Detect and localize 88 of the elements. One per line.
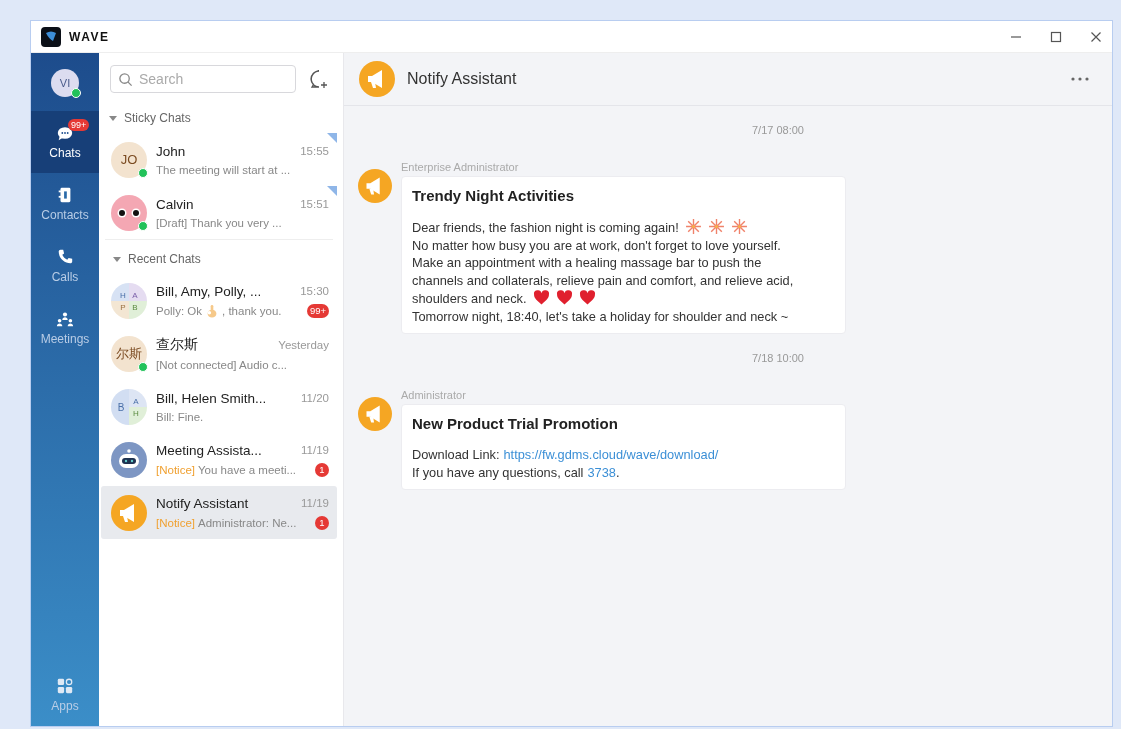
- chat-time: Yesterday: [278, 339, 329, 351]
- robot-avatar: [111, 441, 147, 478]
- chat-item[interactable]: JO John 15:55 The meeting will start at ...: [101, 133, 337, 186]
- message-text: If you have any questions, call: [412, 464, 584, 480]
- unread-badge: 1: [315, 462, 329, 477]
- unread-badge: 99+: [68, 119, 90, 131]
- chat-item[interactable]: Calvin 15:51 [Draft] Thank you very ...: [101, 186, 337, 239]
- megaphone-avatar: [358, 169, 392, 203]
- chat-item[interactable]: Meeting Assista... 11/19 [Notice] You have a meeti... 1: [101, 433, 337, 486]
- megaphone-avatar: [358, 397, 392, 431]
- apps-grid-icon: [56, 677, 74, 695]
- close-icon[interactable]: [1090, 30, 1102, 43]
- chat-name: Calvin: [156, 196, 194, 212]
- chat-item[interactable]: H A P B Bill, Amy, Polly, ... 15:30 Polly: Ok , thank you. 99+: [101, 274, 337, 327]
- message-text: Make an appointment with a healing massage bar to push the: [412, 255, 762, 270]
- sender-name: Administrator: [401, 389, 466, 401]
- chat-time: 11/20: [301, 392, 329, 404]
- notice-tag: [Notice]: [156, 516, 195, 529]
- message-link[interactable]: 3738: [587, 464, 616, 480]
- chat-time: 15:51: [300, 198, 329, 210]
- chat-name: Notify Assistant: [156, 495, 249, 511]
- nav-item[interactable]: Contacts: [31, 173, 99, 235]
- message-text: Tomorrow night, 18:40, let's take a holiday for shoulder and neck ~: [412, 308, 789, 324]
- chat-name: Bill, Helen Smith...: [156, 390, 267, 406]
- message-preview: [Draft] Thank you very ...: [156, 216, 282, 229]
- megaphone-avatar: [359, 61, 395, 97]
- chat-name: 查尔斯: [156, 336, 198, 354]
- unread-badge: 99+: [306, 303, 329, 318]
- message-timestamp: 7/18 10:00: [752, 352, 804, 364]
- nav-item[interactable]: Meetings: [31, 297, 99, 359]
- message-preview: , thank you.: [222, 304, 282, 317]
- fireworks-emoji-icon: [707, 218, 725, 235]
- chat-name: John: [156, 143, 186, 159]
- more-options-icon[interactable]: [1070, 77, 1090, 81]
- card-title: Trendy Night Activities: [412, 187, 575, 204]
- chat-time: 11/19: [301, 444, 329, 456]
- heart-emoji-icon: [555, 289, 573, 306]
- phone-icon: [56, 248, 74, 266]
- nav-item[interactable]: 99+ Chats: [31, 111, 99, 173]
- unread-badge: 1: [315, 515, 329, 530]
- fireworks-emoji-icon: [730, 218, 748, 235]
- message-timestamp: 7/17 08:00: [752, 124, 804, 136]
- cartoon-face-avatar: [111, 194, 147, 231]
- maximize-icon[interactable]: [1050, 30, 1062, 43]
- search-icon: [118, 72, 133, 87]
- collapse-triangle-icon: [113, 255, 121, 263]
- chat-item[interactable]: Notify Assistant 11/19 [Notice] Administrator: Ne... 1: [101, 486, 337, 539]
- chat-time: 15:55: [300, 145, 329, 157]
- message-text: Dear friends, the fashion night is coming again!: [412, 220, 679, 235]
- heart-emoji-icon: [532, 289, 550, 306]
- message-preview: You have a meeti...: [198, 463, 297, 476]
- ok-hand-emoji-icon: [205, 303, 219, 318]
- message-preview: Administrator: Ne...: [198, 516, 297, 529]
- search-field[interactable]: Search: [110, 65, 296, 93]
- chat-item[interactable]: 尔斯 查尔斯 Yesterday [Not connected] Audio c...: [101, 327, 337, 380]
- message-text: .: [615, 464, 620, 480]
- nav-item[interactable]: Calls: [31, 235, 99, 297]
- chat-name: Meeting Assista...: [156, 442, 262, 458]
- message-preview: Polly: Ok: [156, 304, 202, 317]
- chat-time: 15:30: [300, 285, 329, 297]
- message-text: No matter how busy you are at work, don't forget to love yourself.: [412, 237, 781, 253]
- message-text: shoulders and neck.: [412, 291, 527, 306]
- new-chat-icon[interactable]: [308, 68, 330, 90]
- chat-item[interactable]: B A H Bill, Helen Smith... 11/20 Bill: Fine.: [101, 380, 337, 433]
- app-name: WAVE: [69, 29, 110, 44]
- user-avatar[interactable]: VI: [51, 69, 79, 97]
- megaphone-avatar: [111, 494, 147, 531]
- message-text: Download Link:: [412, 447, 500, 462]
- fireworks-emoji-icon: [684, 218, 702, 235]
- wave-logo-icon: [41, 26, 61, 47]
- message-link[interactable]: https://fw.gdms.cloud/wave/download/: [503, 447, 719, 462]
- conversation-title: Notify Assistant: [407, 70, 517, 88]
- collapse-triangle-icon: [109, 114, 117, 122]
- sender-name: Enterprise Administrator: [401, 161, 519, 173]
- notice-tag: [Notice]: [156, 463, 195, 476]
- people-group-icon: [56, 310, 74, 328]
- message-preview: The meeting will start at ...: [156, 163, 291, 176]
- message-preview: [Not connected] Audio c...: [156, 359, 288, 371]
- message-preview: Bill: Fine.: [156, 410, 204, 423]
- section-header[interactable]: Recent Chats: [105, 239, 333, 274]
- chat-time: 11/19: [301, 497, 329, 509]
- section-header[interactable]: Sticky Chats: [101, 101, 337, 133]
- contact-avatar: JO: [111, 141, 147, 178]
- card-title: New Product Trial Promotion: [412, 415, 619, 432]
- heart-emoji-icon: [578, 289, 596, 306]
- chat-name: Bill, Amy, Polly, ...: [156, 283, 262, 299]
- contact-avatar: 尔斯: [111, 335, 147, 372]
- message-text: channels and collaterals, relieve pain and comfort, and relieve acid,: [412, 272, 794, 288]
